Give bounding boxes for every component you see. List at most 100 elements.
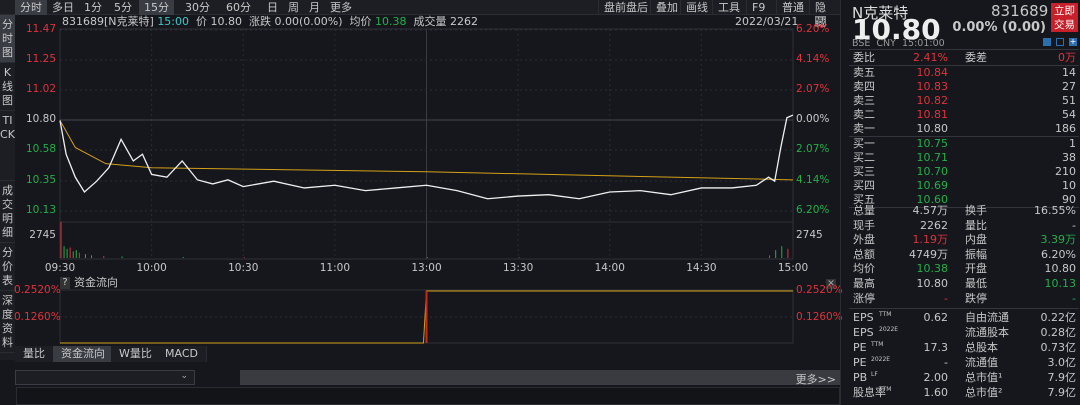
bid-price: 10.75 — [916, 137, 949, 150]
fund-axis-mid-right: 0.1260% — [796, 311, 843, 323]
fin-value: 0.62 — [923, 311, 949, 324]
bid-volume: 210 — [1055, 165, 1076, 178]
indicator-tab[interactable]: 资金流向 — [53, 346, 114, 362]
time-axis-label: 14:00 — [594, 262, 625, 274]
ask-label: 卖二 — [853, 108, 875, 121]
price-axis-label: 10.35 — [25, 174, 56, 186]
fin-label: EPS — [853, 311, 874, 324]
price-axis-label: 11.47 — [25, 23, 56, 35]
ask-label: 卖五 — [853, 66, 875, 79]
stat-value: 2262 — [920, 218, 948, 232]
ask-row: 卖五 10.84 14 — [853, 66, 1076, 80]
fin-row: EPS 2022E 流通股本 0.28亿 — [853, 326, 1076, 340]
more-bar: 更多>> — [240, 370, 840, 387]
stat-value: - — [944, 291, 948, 305]
trade-now-button[interactable]: 立即交易 — [1051, 3, 1078, 32]
stat-value: 3.39万 — [1040, 233, 1077, 247]
stat-label: 最高 — [853, 277, 875, 290]
stat-value: 10.13 — [1044, 277, 1077, 290]
ask-label: 卖四 — [853, 80, 875, 93]
help-icon[interactable]: ? — [60, 277, 70, 289]
divider — [15, 362, 840, 370]
add-icon[interactable]: + — [1069, 38, 1077, 46]
bid-volume: 38 — [1062, 151, 1076, 164]
pct-axis-label: 2745 — [796, 229, 823, 241]
time-axis-label: 09:30 — [44, 262, 76, 274]
fin-value: - — [944, 356, 948, 369]
label: 委差 — [965, 51, 987, 64]
fund-axis-top: 0.2520% — [14, 284, 61, 296]
more-link[interactable]: 更多>> — [796, 371, 836, 387]
stat-label: 外盘 — [853, 233, 875, 247]
fin-label: PE — [853, 341, 867, 354]
stat-value: 10.80 — [916, 277, 949, 290]
fin-label: 自由流通 — [965, 311, 1009, 324]
fin-value: 2.00 — [923, 371, 949, 384]
pct-axis-label: 4.14% — [796, 53, 830, 65]
stock-code: 831689 — [991, 2, 1049, 20]
price-axis-label: 11.25 — [25, 53, 56, 65]
indicator-tab[interactable]: W量比 — [111, 346, 161, 362]
pct-axis-label: 6.20% — [796, 204, 830, 216]
stat-label: 总量 — [853, 204, 875, 217]
stat-row: 均价 10.38 开盘 10.80 — [853, 262, 1076, 276]
fin-value: 0.73亿 — [1040, 341, 1077, 354]
indicator-tab[interactable]: MACD — [157, 346, 207, 362]
fin-value: 1.60 — [923, 386, 949, 399]
ask-row: 卖四 10.83 27 — [853, 80, 1076, 94]
price-axis-label: 11.02 — [25, 83, 56, 95]
fin-label-sup: TTM — [879, 386, 892, 393]
fin-value: 3.0亿 — [1047, 356, 1077, 369]
indicator-tab[interactable]: 量比 — [15, 346, 54, 362]
time-axis-label: 10:00 — [136, 262, 167, 274]
ask-row: 卖一 10.80 186 — [853, 122, 1076, 136]
stat-value: 16.55% — [1034, 204, 1076, 217]
ask-volume: 186 — [1055, 122, 1076, 135]
stat-value: 4.57万 — [912, 204, 949, 217]
bid-row: 买一 10.75 1 — [853, 137, 1076, 151]
price-change: 0.00% (0.00) — [952, 20, 1046, 35]
time-axis-label: 11:00 — [319, 262, 351, 274]
fund-bar — [425, 291, 428, 343]
time-axis-label: 13:30 — [502, 262, 534, 274]
home-icon[interactable] — [1056, 38, 1064, 46]
filter-dropdown[interactable]: ⌄ — [15, 370, 195, 385]
time-axis-label: 13:00 — [411, 262, 442, 274]
bid-price: 10.69 — [916, 179, 949, 192]
stat-value: - — [1072, 291, 1076, 305]
stat-label: 最低 — [965, 277, 987, 290]
fin-label-sup: TTM — [871, 341, 884, 348]
bid-label: 买四 — [853, 179, 875, 192]
ask-price: 10.80 — [916, 122, 949, 135]
stat-value: 4749万 — [909, 247, 948, 261]
stat-row: 总量 4.57万 换手 16.55% — [853, 204, 1076, 218]
stat-row: 涨停 - 跌停 - — [853, 292, 1076, 306]
chevron-down-icon: ⌄ — [180, 371, 188, 381]
fin-label: 总市值¹ — [965, 371, 1003, 384]
time-axis-label: 15:00 — [777, 262, 809, 274]
quote-panel: N克莱特 831689 10.80 0.00% (0.00) 立即交易 BSE … — [840, 0, 1080, 405]
fin-label: 流通股本 — [965, 326, 1009, 339]
bid-row: 买四 10.69 10 — [853, 179, 1076, 193]
bid-label: 买一 — [853, 137, 875, 150]
pct-axis-label: 2.07% — [796, 83, 830, 95]
bid-price: 10.71 — [916, 151, 949, 164]
fin-label: PE — [853, 356, 867, 369]
time-axis-label: 10:30 — [228, 262, 259, 274]
fund-axis-mid: 0.1260% — [14, 311, 61, 323]
stat-label: 均价 — [853, 262, 875, 276]
ask-label: 卖三 — [853, 94, 875, 107]
bid-row: 买三 10.70 210 — [853, 165, 1076, 179]
bid-price: 10.70 — [916, 165, 949, 178]
fin-value: 7.9亿 — [1047, 371, 1077, 384]
ask-price: 10.83 — [916, 80, 949, 93]
bid-volume: 10 — [1062, 179, 1076, 192]
bid-label: 买二 — [853, 151, 875, 164]
edit-icon[interactable] — [1043, 38, 1051, 46]
price-axis-label: 10.58 — [25, 143, 56, 155]
intraday-chart — [59, 28, 794, 344]
stat-label: 开盘 — [965, 262, 987, 276]
fin-label-sup: TTM — [879, 311, 892, 318]
ask-volume: 27 — [1062, 80, 1076, 93]
stat-label: 现手 — [853, 218, 875, 232]
